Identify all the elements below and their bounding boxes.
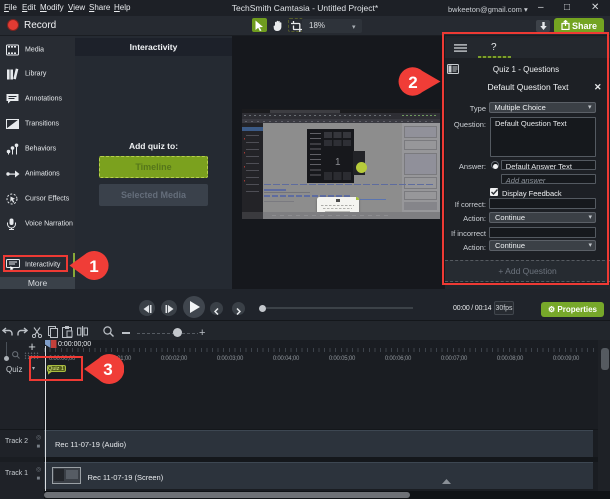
svg-text:3: 3 (103, 360, 112, 379)
svg-text:2: 2 (408, 73, 417, 92)
svg-text:1: 1 (89, 257, 98, 276)
